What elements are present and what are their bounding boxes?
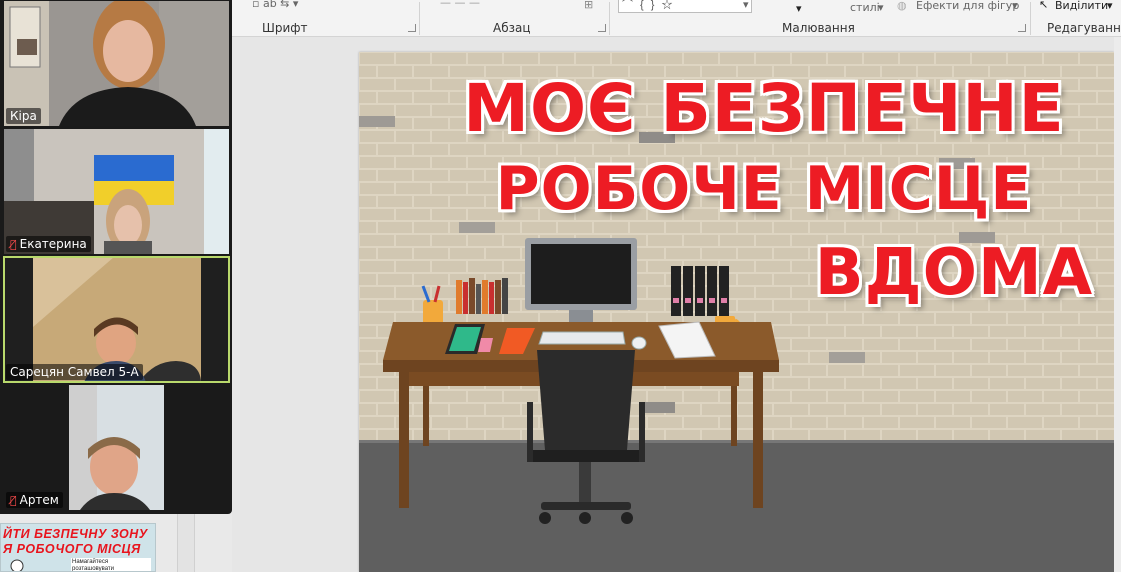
video-tile-artem[interactable]: 🎙̸ Артем	[4, 385, 229, 510]
participant-name-tag: Кіра	[6, 108, 41, 124]
shape-effects-dropdown-icon[interactable]: ▾	[1012, 0, 1018, 12]
participant-name-tag: Сарецян Самвел 5-А	[6, 364, 143, 380]
slide-title-line-2: РОБОЧЕ МІСЦЕ	[495, 154, 1033, 224]
shapes-more-icon[interactable]: ▾	[743, 0, 749, 11]
video-tile-kira[interactable]: Кіра	[4, 1, 229, 126]
drawing-dialog-launcher-icon[interactable]	[1018, 24, 1026, 32]
ribbon-separator	[1030, 2, 1031, 35]
arrange-dropdown-icon[interactable]: ▾	[796, 2, 802, 15]
vertical-scrollbar[interactable]	[1114, 37, 1121, 572]
slide-title-line-1: МОЄ БЕЗПЕЧНЕ	[463, 70, 1065, 147]
paragraph-controls-icon[interactable]: — — —	[440, 0, 480, 9]
ribbon-separator	[419, 2, 420, 35]
muted-mic-icon: 🎙̸	[10, 493, 17, 507]
ribbon-group-drawing: Малювання	[782, 21, 855, 35]
participant-name-tag: 🎙̸ Артем	[6, 492, 63, 508]
participant-name: Сарецян Самвел 5-А	[10, 365, 139, 379]
slide-thumbnail[interactable]: ЙТИ БЕЗПЕЧНУ ЗОНУ Я РОБОЧОГО МІСЦЯ Намаг…	[0, 523, 156, 572]
ribbon-group-editing: Редагування	[1047, 21, 1121, 35]
thumbnail-clock-icon	[10, 559, 24, 571]
thumbnail-note: Намагайтеся розташовувати	[71, 558, 151, 571]
text-direction-icon[interactable]: ⊞	[584, 0, 593, 11]
shape-effects-button[interactable]: Ефекти для фігур	[916, 0, 1019, 12]
participant-name: Екатерина	[19, 237, 87, 251]
quick-styles-dropdown-icon[interactable]: ▾	[878, 1, 884, 14]
ribbon-group-font: Шрифт	[262, 21, 308, 35]
font-dialog-launcher-icon[interactable]	[408, 24, 416, 32]
slide-canvas[interactable]: МОЄ БЕЗПЕЧНЕ РОБОЧЕ МІСЦЕ ВДОМА	[359, 52, 1114, 572]
participant-name: Артем	[19, 493, 59, 507]
muted-mic-icon: 🎙̸	[10, 237, 17, 251]
participant-name-tag: 🎙̸ Екатерина	[6, 236, 91, 252]
ribbon-separator	[609, 2, 610, 35]
shapes-gallery[interactable]: ⌒ { } ☆	[618, 0, 752, 13]
ribbon-font-controls-icon[interactable]: ▫ ab ⇆ ▾	[252, 0, 298, 10]
ribbon-group-paragraph: Абзац	[493, 21, 531, 35]
video-tile-sarecyan[interactable]: Сарецян Самвел 5-А	[3, 256, 230, 383]
video-gallery-panel: Кіра 🎙̸ Екатерина Сарецян Самвел 5-А 🎙̸ …	[0, 0, 232, 514]
select-button[interactable]: Виділити	[1055, 0, 1108, 12]
select-dropdown-icon[interactable]: ▾	[1107, 0, 1113, 12]
shape-effects-icon: ◍	[897, 0, 907, 12]
paragraph-dialog-launcher-icon[interactable]	[598, 24, 606, 32]
thumbnail-title-line-1: ЙТИ БЕЗПЕЧНУ ЗОНУ	[3, 527, 148, 541]
slide-title-line-3: ВДОМА	[814, 236, 1094, 310]
quick-styles-button[interactable]: стилі	[850, 1, 880, 14]
thumbnail-title-line-2: Я РОБОЧОГО МІСЦЯ	[3, 542, 141, 556]
select-cursor-icon: ↖	[1039, 0, 1049, 11]
participant-name: Кіра	[10, 109, 37, 123]
video-tile-ekaterina[interactable]: 🎙̸ Екатерина	[4, 129, 229, 254]
